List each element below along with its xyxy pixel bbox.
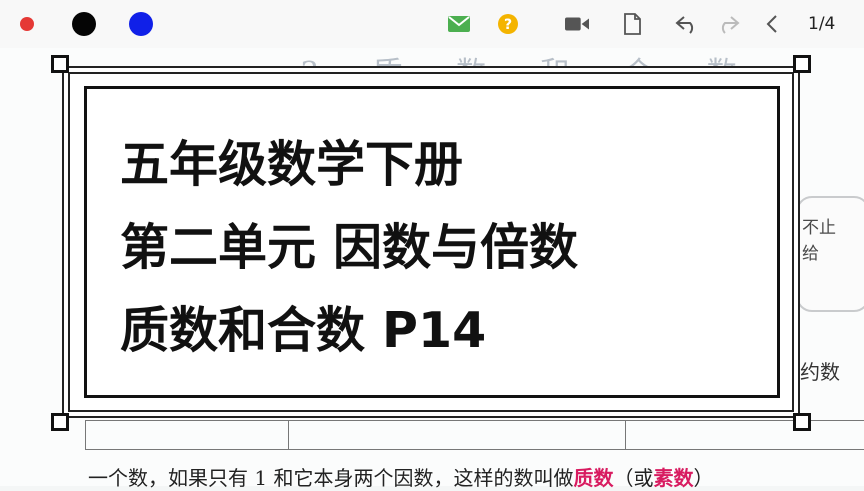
document-icon[interactable] xyxy=(620,12,644,36)
term-prime: 质数 xyxy=(573,466,614,490)
black-pen-color-button[interactable] xyxy=(72,12,96,36)
undo-icon[interactable] xyxy=(675,12,699,36)
side-note-text: 不止给 xyxy=(802,218,836,264)
definition-text-end: ） xyxy=(693,466,714,490)
title-line-unit: 第二单元 因数与倍数 xyxy=(120,219,579,276)
svg-text:?: ? xyxy=(504,17,512,33)
frame-corner-bottom-right xyxy=(793,413,811,431)
table-header-fragment: 约数 xyxy=(800,360,840,384)
mail-icon[interactable] xyxy=(447,12,471,36)
back-icon[interactable] xyxy=(760,12,784,36)
term-prime-alt: 素数 xyxy=(653,466,694,490)
redo-icon[interactable] xyxy=(716,12,740,36)
definition-text: 一个数，如果只有 1 和它本身两个因数，这样的数叫做质数（或素数） xyxy=(88,462,713,491)
title-line-lesson: 质数和合数 P14 xyxy=(120,302,487,359)
blue-pen-color-button[interactable] xyxy=(129,12,153,36)
help-icon[interactable]: ? xyxy=(496,12,520,36)
title-line-grade: 五年级数学下册 xyxy=(120,136,464,193)
definition-text-start: 一个数，如果只有 1 和它本身两个因数，这样的数叫做 xyxy=(88,466,574,490)
page-indicator: 1/4 xyxy=(808,14,836,34)
top-toolbar: ? 1/4 xyxy=(0,0,864,49)
red-pen-color-button[interactable] xyxy=(20,17,34,31)
frame-corner-bottom-left xyxy=(51,413,69,431)
definition-text-mid: （或 xyxy=(613,466,654,490)
frame-corner-top-right xyxy=(793,55,811,73)
video-icon[interactable] xyxy=(565,12,589,36)
document-table xyxy=(85,420,864,450)
frame-corner-top-left xyxy=(51,55,69,73)
